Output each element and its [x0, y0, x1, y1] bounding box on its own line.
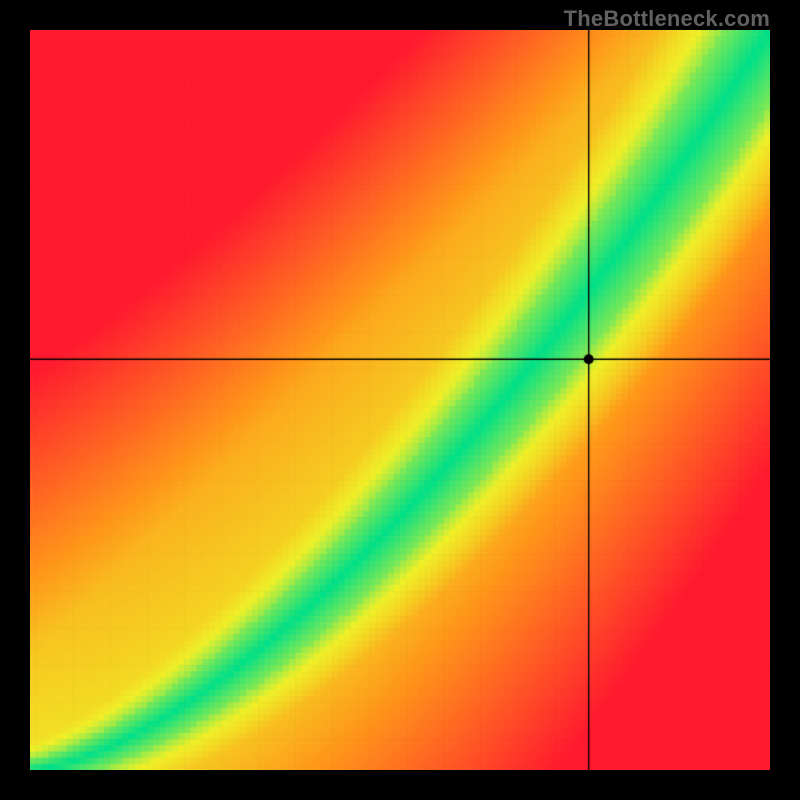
- watermark-text: TheBottleneck.com: [564, 6, 770, 32]
- plot-area: [30, 30, 770, 770]
- chart-frame: TheBottleneck.com: [0, 0, 800, 800]
- heatmap-canvas: [30, 30, 770, 770]
